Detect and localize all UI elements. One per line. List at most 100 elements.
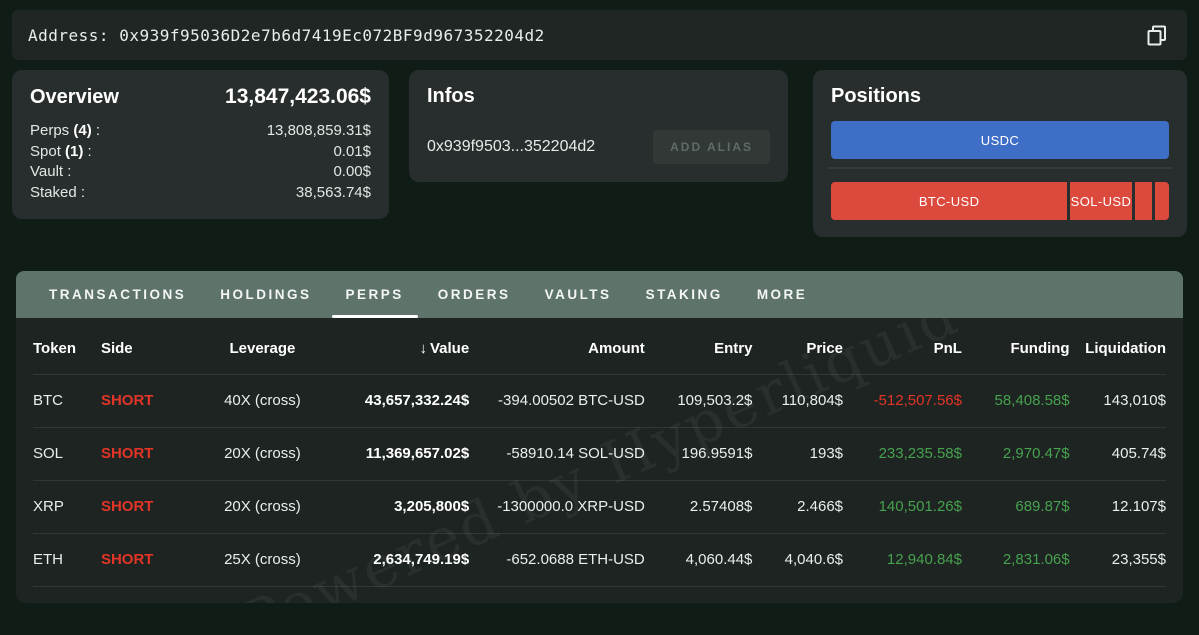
cell-token: SOL: [33, 426, 101, 480]
cell-entry: 109,503.2$: [644, 373, 753, 427]
overview-row-label: Staked :: [30, 183, 86, 201]
overview-card: Overview 13,847,423.06$ Perps (4) : 13,8…: [12, 70, 389, 219]
col-header-price[interactable]: Price: [752, 324, 843, 374]
cell-pnl: 12,940.84$: [843, 532, 962, 587]
cell-value: 3,205,800$: [333, 479, 470, 533]
cell-entry: 4,060.44$: [644, 532, 753, 587]
cell-amount: -1300000.0 XRP-USD: [469, 479, 645, 533]
position-segment[interactable]: [1134, 182, 1152, 220]
cell-pnl: 140,501.26$: [843, 479, 962, 533]
address-value: 0x939f95036D2e7b6d7419Ec072BF9d967352204…: [119, 25, 545, 45]
overview-row-vault: Vault : 0.00$: [30, 162, 371, 183]
cell-liquidation: 23,355$: [1069, 532, 1166, 587]
cell-liquidation: 143,010$: [1069, 373, 1166, 427]
address-bar: Address: 0x939f95036D2e7b6d7419Ec072BF9d…: [12, 10, 1187, 60]
cell-pnl: -512,507.56$: [843, 373, 962, 427]
cell-pnl: 233,235.58$: [843, 426, 962, 480]
add-alias-button[interactable]: ADD ALIAS: [653, 130, 770, 164]
perps-table-panel: Powered by Hyperliquid Token Side Levera…: [16, 318, 1183, 603]
perps-row-sol: SOL SHORT 20X (cross) 11,369,657.02$ -58…: [33, 426, 1166, 480]
cell-funding: 689.87$: [961, 479, 1070, 533]
cell-funding: 58,408.58$: [961, 373, 1070, 427]
cell-side: SHORT: [100, 426, 192, 480]
tab-more[interactable]: MORE: [740, 271, 825, 318]
col-header-side[interactable]: Side: [101, 324, 192, 374]
cell-side: SHORT: [100, 373, 192, 427]
overview-total-value: 13,847,423.06$: [225, 85, 371, 108]
cell-leverage: 20X (cross): [191, 479, 334, 533]
cell-side: SHORT: [100, 532, 192, 587]
position-segment-btc-usd[interactable]: BTC-USD: [831, 182, 1068, 220]
perps-row-xrp: XRP SHORT 20X (cross) 3,205,800$ -130000…: [33, 479, 1166, 533]
tab-transactions[interactable]: TRANSACTIONS: [32, 271, 203, 318]
col-header-pnl[interactable]: PnL: [843, 324, 962, 374]
position-segment-usdc[interactable]: USDC: [831, 121, 1169, 159]
cell-liquidation: 405.74$: [1069, 426, 1166, 480]
col-header-leverage[interactable]: Leverage: [192, 324, 334, 374]
overview-row-value: 13,808,859.31$: [266, 122, 371, 139]
col-header-entry[interactable]: Entry: [645, 324, 752, 374]
cell-funding: 2,970.47$: [961, 426, 1070, 480]
table-header-row: Token Side Leverage ↓ Value Amount Entry …: [33, 324, 1166, 374]
col-header-amount[interactable]: Amount: [469, 324, 645, 374]
position-segment-sol-usd[interactable]: SOL-USD: [1070, 182, 1132, 220]
cell-value: 11,369,657.02$: [333, 426, 470, 480]
cell-value: 43,657,332.24$: [333, 373, 470, 427]
copy-address-button[interactable]: [1143, 21, 1171, 49]
tab-vaults[interactable]: VAULTS: [528, 271, 629, 318]
overview-row-value: 0.00$: [333, 163, 371, 180]
positions-divider: [827, 167, 1173, 169]
overview-row-value: 38,563.74$: [295, 183, 371, 201]
infos-title: Infos: [427, 85, 475, 107]
cell-token: XRP: [33, 479, 101, 533]
overview-row-perps: Perps (4) : 13,808,859.31$: [30, 121, 371, 142]
cell-price: 193$: [752, 426, 844, 480]
cell-entry: 2.57408$: [644, 479, 753, 533]
cell-leverage: 20X (cross): [191, 426, 334, 480]
cell-leverage: 25X (cross): [191, 532, 334, 587]
tab-holdings[interactable]: HOLDINGS: [203, 271, 328, 318]
col-header-token[interactable]: Token: [33, 324, 101, 374]
cell-entry: 196.9591$: [644, 426, 753, 480]
cell-funding: 2,831.06$: [961, 532, 1070, 587]
cell-amount: -394.00502 BTC-USD: [469, 373, 645, 427]
cell-price: 110,804$: [752, 373, 844, 427]
tab-orders[interactable]: ORDERS: [421, 271, 528, 318]
cell-price: 2.466$: [752, 479, 844, 533]
overview-row-label: Spot (1) :: [30, 142, 92, 160]
cell-token: ETH: [33, 532, 101, 587]
cell-amount: -652.0688 ETH-USD: [469, 532, 645, 587]
perps-row-btc: BTC SHORT 40X (cross) 43,657,332.24$ -39…: [33, 373, 1166, 427]
cell-side: SHORT: [100, 479, 192, 533]
col-header-value[interactable]: ↓ Value: [333, 324, 469, 374]
perp-positions-bar: BTC-USD SOL-USD: [831, 182, 1169, 220]
cell-liquidation: 12.107$: [1069, 479, 1166, 533]
position-segment[interactable]: [1154, 182, 1169, 220]
tab-perps[interactable]: PERPS: [329, 271, 421, 318]
short-address: 0x939f9503...352204d2: [427, 138, 596, 155]
overview-row-spot: Spot (1) : 0.01$: [30, 142, 371, 163]
overview-title: Overview: [30, 86, 119, 108]
col-header-funding[interactable]: Funding: [962, 324, 1069, 374]
tab-staking[interactable]: STAKING: [629, 271, 740, 318]
cell-price: 4,040.6$: [752, 532, 844, 587]
positions-title: Positions: [831, 85, 922, 107]
address-label: Address:: [28, 25, 110, 45]
col-header-liquidation[interactable]: Liquidation: [1070, 324, 1166, 374]
spot-positions-bar: USDC: [831, 121, 1169, 159]
overview-row-label: Perps (4) :: [30, 122, 101, 139]
infos-card: Infos 0x939f9503...352204d2 ADD ALIAS: [409, 70, 788, 182]
address-text: Address: 0x939f95036D2e7b6d7419Ec072BF9d…: [28, 26, 545, 45]
summary-cards: Overview 13,847,423.06$ Perps (4) : 13,8…: [12, 70, 1187, 237]
positions-card: Positions USDC BTC-USD SOL-USD: [813, 70, 1187, 237]
perps-row-eth: ETH SHORT 25X (cross) 2,634,749.19$ -652…: [33, 532, 1166, 587]
page: Address: 0x939f95036D2e7b6d7419Ec072BF9d…: [0, 0, 1199, 635]
overview-row-label: Vault :: [30, 163, 72, 180]
sort-desc-icon: ↓: [419, 340, 427, 358]
copy-icon: [1147, 25, 1166, 46]
overview-row-staked: Staked : 38,563.74$: [30, 183, 371, 204]
cell-value: 2,634,749.19$: [333, 532, 470, 587]
tab-bar: TRANSACTIONS HOLDINGS PERPS ORDERS VAULT…: [16, 271, 1183, 318]
cell-leverage: 40X (cross): [191, 373, 334, 427]
cell-token: BTC: [33, 373, 101, 427]
